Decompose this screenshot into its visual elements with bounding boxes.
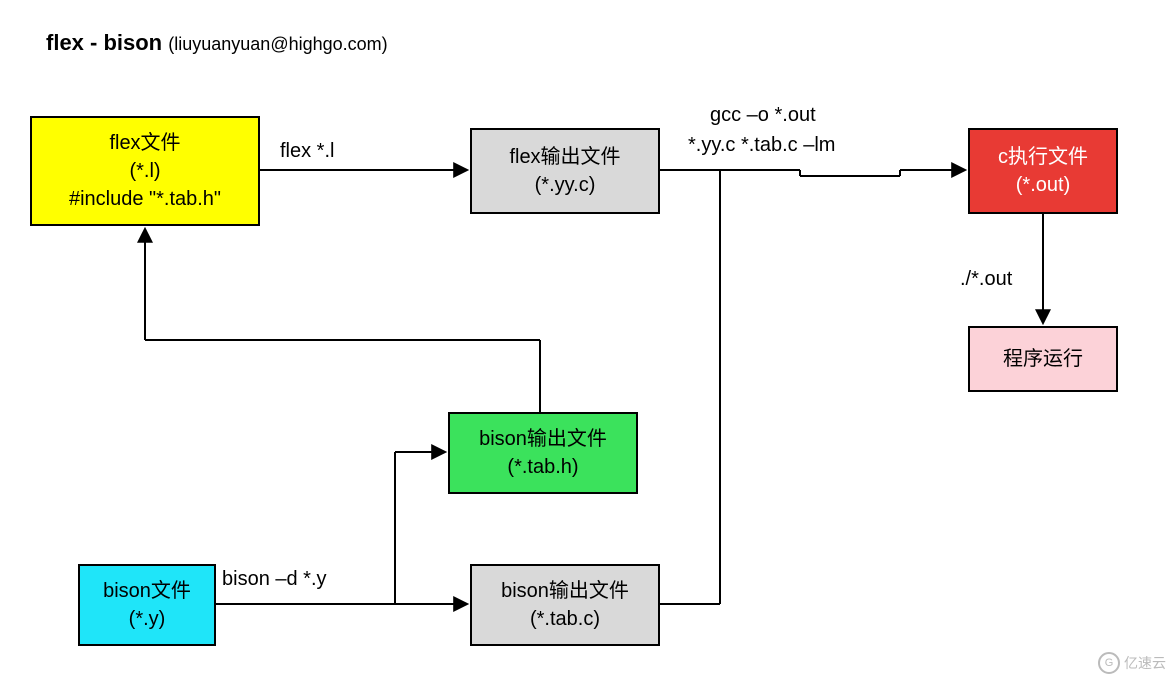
node-text: (*.y) <box>129 605 166 633</box>
edge-label-gcc-line1: gcc –o *.out <box>710 104 816 127</box>
node-bison-file: bison文件 (*.y) <box>78 564 216 646</box>
edge-label-run: ./*.out <box>960 268 1012 291</box>
node-text: bison文件 <box>103 577 191 605</box>
title-sub: (liuyuanyuan@highgo.com) <box>168 34 387 54</box>
node-text: (*.l) <box>129 157 160 185</box>
node-text: (*.out) <box>1016 171 1070 199</box>
watermark-text: 亿速云 <box>1124 653 1166 673</box>
node-text: c执行文件 <box>998 143 1088 171</box>
watermark-icon: G <box>1098 652 1120 674</box>
node-text: flex输出文件 <box>509 143 620 171</box>
node-bison-output-c: bison输出文件 (*.tab.c) <box>470 564 660 646</box>
title-main: flex - bison <box>46 30 162 55</box>
edge-label-gcc-line2: *.yy.c *.tab.c –lm <box>688 134 835 157</box>
node-text: (*.tab.c) <box>530 605 600 633</box>
node-program-run: 程序运行 <box>968 326 1118 392</box>
node-c-exec: c执行文件 (*.out) <box>968 128 1118 214</box>
edge-label-flex: flex *.l <box>280 140 334 163</box>
node-text: flex文件 <box>109 129 180 157</box>
node-text: bison输出文件 <box>501 577 629 605</box>
node-text: 程序运行 <box>1003 345 1083 373</box>
node-bison-output-h: bison输出文件 (*.tab.h) <box>448 412 638 494</box>
diagram-title: flex - bison (liuyuanyuan@highgo.com) <box>46 30 388 56</box>
edge-label-bison: bison –d *.y <box>222 568 327 591</box>
watermark: G 亿速云 <box>1098 652 1166 674</box>
node-flex-file: flex文件 (*.l) #include "*.tab.h" <box>30 116 260 226</box>
node-text: bison输出文件 <box>479 425 607 453</box>
node-text: (*.tab.h) <box>507 453 578 481</box>
node-text: (*.yy.c) <box>535 171 596 199</box>
node-text: #include "*.tab.h" <box>69 185 221 213</box>
node-flex-output: flex输出文件 (*.yy.c) <box>470 128 660 214</box>
